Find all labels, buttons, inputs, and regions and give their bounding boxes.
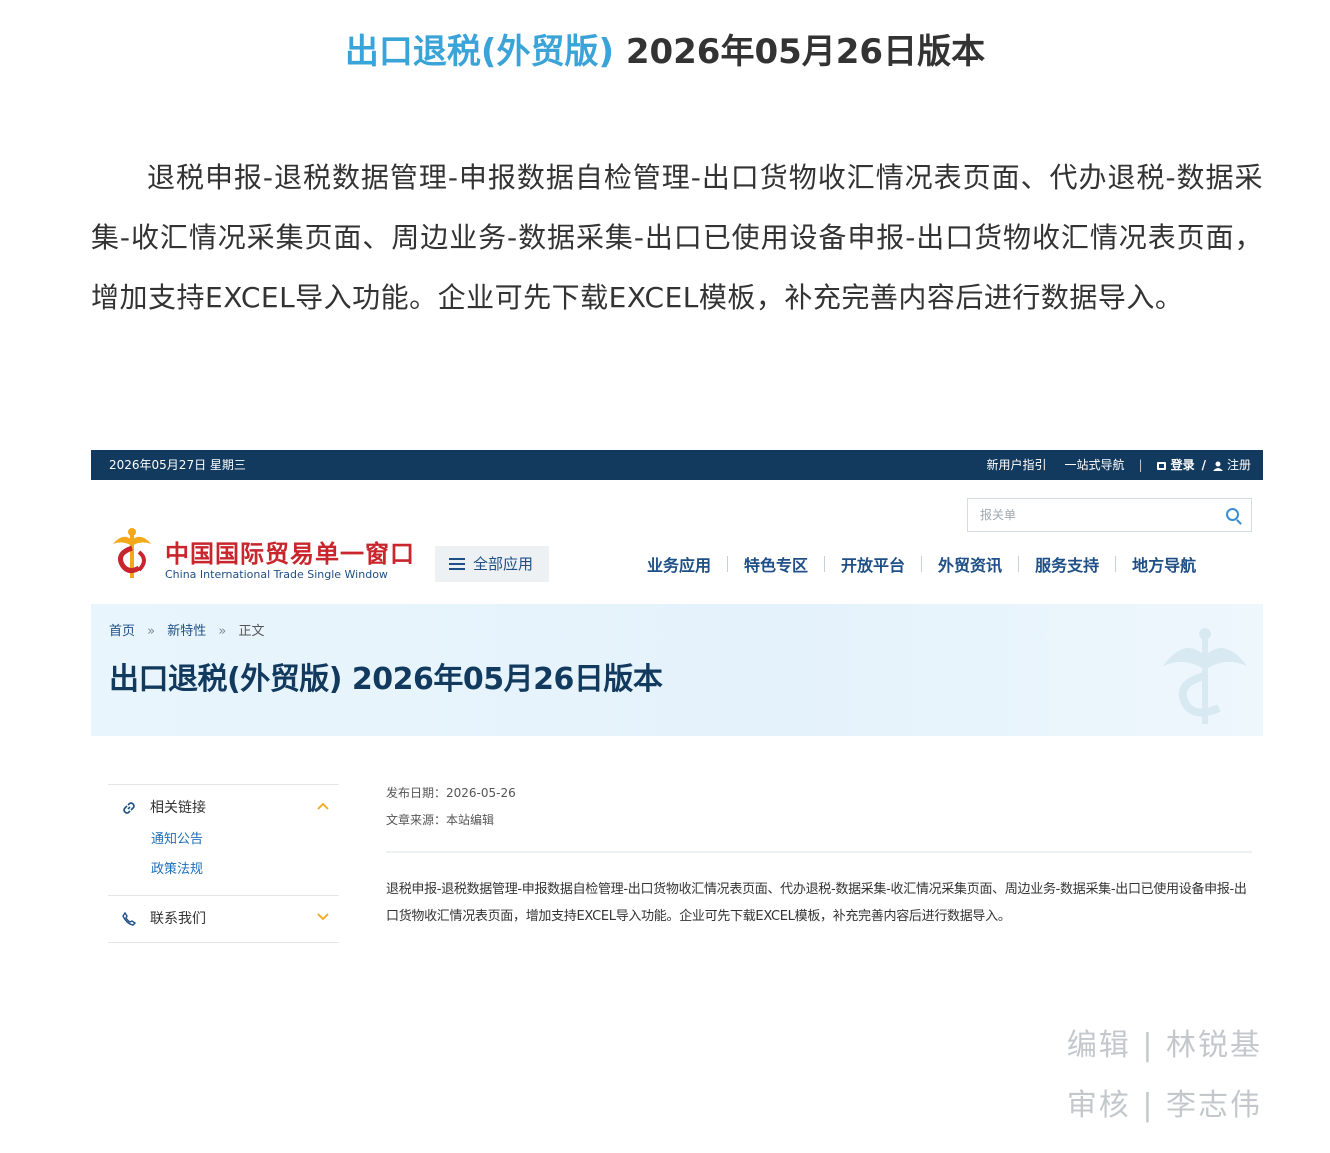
top-bar: 2026年05月27日 星期三 新用户指引 一站式导航 | 登录 / 注册 (91, 450, 1263, 480)
sidebar-related-links[interactable]: 相关链接 (108, 785, 339, 831)
editor-credit: 编辑 | 林锐基 (1066, 1028, 1262, 1063)
main-nav: 业务应用 特色专区 开放平台 外贸资讯 服务支持 地方导航 (631, 550, 1212, 578)
article-body: 退税申报-退税数据管理-申报数据自检管理-出口货物收汇情况表页面、代办退税-数据… (91, 161, 1263, 314)
publish-date: 发布日期：2026-05-26 (386, 786, 516, 800)
sidebar-contact-us[interactable]: 联系我们 (108, 896, 339, 942)
chevron-up-icon[interactable] (317, 802, 329, 810)
user-icon (1212, 461, 1223, 471)
breadcrumb: 首页 » 新特性 » 正文 (109, 620, 265, 639)
new-user-guide-link[interactable]: 新用户指引 (987, 450, 1047, 480)
nav-item-open-platform[interactable]: 开放平台 (825, 552, 921, 576)
breadcrumb-section[interactable]: 新特性 (167, 624, 206, 639)
page-title: 出口退税(外贸版) 2026年05月26日版本 (109, 662, 663, 697)
article-content: 退税申报-退税数据管理-申报数据自检管理-出口货物收汇情况表页面、代办退税-数据… (386, 882, 1247, 924)
sidebar: 相关链接 通知公告 政策法规 联系我们 (108, 784, 339, 943)
sidebar-contact-label: 联系我们 (150, 911, 206, 927)
breadcrumb-separator: » (218, 624, 227, 639)
divider: / (1201, 458, 1206, 472)
nav-item-business[interactable]: 业务应用 (631, 552, 727, 576)
nav-item-support[interactable]: 服务支持 (1019, 552, 1115, 576)
logo-title: 中国国际贸易单一窗口 (165, 540, 415, 568)
sidebar-divider (108, 942, 339, 943)
article-meta: 发布日期：2026-05-26 文章来源：本站编辑 (386, 780, 516, 834)
article-title-version: 2026年05月26日版本 (625, 32, 986, 72)
register-link[interactable]: 注册 (1227, 450, 1251, 480)
website-screenshot: 2026年05月27日 星期三 新用户指引 一站式导航 | 登录 / 注册 中国… (91, 450, 1263, 970)
caduceus-logo-icon (113, 528, 151, 578)
phone-icon (122, 912, 136, 926)
link-icon (123, 802, 135, 814)
current-date: 2026年05月27日 星期三 (109, 458, 246, 472)
menu-icon (449, 558, 465, 570)
logo-subtitle: China International Trade Single Window (165, 568, 388, 581)
reviewer-credit: 审核 | 李志伟 (1066, 1088, 1262, 1123)
article-title-highlight: 出口退税(外贸版) (344, 32, 614, 72)
lock-icon (1156, 462, 1166, 470)
login-link[interactable]: 登录 (1171, 450, 1195, 480)
breadcrumb-home[interactable]: 首页 (109, 624, 135, 639)
one-stop-nav-link[interactable]: 一站式导航 (1065, 450, 1125, 480)
search-placeholder: 报关单 (980, 508, 1017, 522)
nav-item-local[interactable]: 地方导航 (1116, 552, 1212, 576)
article-source: 文章来源：本站编辑 (386, 813, 495, 827)
site-logo[interactable]: 中国国际贸易单一窗口 China International Trade Sin… (109, 526, 429, 586)
all-apps-button[interactable]: 全部应用 (435, 546, 549, 582)
nav-item-featured[interactable]: 特色专区 (728, 552, 824, 576)
chevron-down-icon[interactable] (317, 913, 329, 921)
sidebar-related-label: 相关链接 (150, 800, 206, 816)
credits: 编辑 | 林锐基 审核 | 李志伟 (1067, 1016, 1262, 1136)
emblem-watermark-icon (1163, 628, 1247, 724)
search-input[interactable]: 报关单 (967, 498, 1252, 532)
search-icon[interactable] (1226, 508, 1239, 521)
sidebar-link-policies[interactable]: 政策法规 (108, 855, 339, 885)
top-bar-links: 新用户指引 一站式导航 | 登录 / 注册 (987, 450, 1252, 480)
breadcrumb-separator: » (147, 624, 156, 639)
nav-item-news[interactable]: 外贸资讯 (922, 552, 1018, 576)
page-banner: 首页 » 新特性 » 正文 出口退税(外贸版) 2026年05月26日版本 (91, 604, 1263, 736)
breadcrumb-current: 正文 (238, 624, 265, 639)
all-apps-label: 全部应用 (473, 555, 534, 573)
divider: | (1138, 458, 1143, 472)
content-divider (386, 851, 1252, 853)
article-title: 出口退税(外贸版) 2026年05月26日版本 (0, 26, 1330, 78)
